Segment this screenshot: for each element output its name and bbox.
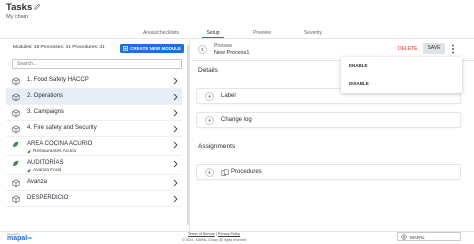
expand-icon: [205, 92, 214, 101]
edit-icon[interactable]: [33, 3, 41, 11]
details-section-title: Details: [198, 67, 218, 74]
module-organization: Restaurantes Acurio: [27, 149, 76, 154]
save-button[interactable]: SAVE: [423, 43, 445, 54]
leaf-icon: [27, 149, 31, 153]
module-label: 3. Campaigns: [27, 109, 65, 115]
module-label: 2. Operations: [27, 93, 64, 99]
module-counts: Modules: 18 Processes: 41 Procedures: 41: [13, 45, 105, 50]
chevron-right-icon: [173, 195, 178, 203]
chevron-right-icon: [173, 77, 178, 85]
details-label-text: Label: [221, 93, 236, 99]
module-item[interactable]: 4. Fire safety and Security: [6, 121, 182, 137]
module-label: Avanza: [27, 179, 47, 185]
chevron-right-icon: [173, 109, 178, 117]
module-list: 1. Food Safety HACCP 2. Operations 3. Ca…: [6, 73, 182, 207]
module-label: AREA COCINA ACURIO: [27, 141, 93, 147]
back-button[interactable]: [198, 45, 207, 54]
create-new-module-label: CREATE NEW MODULE: [130, 46, 181, 51]
chevron-right-icon: [173, 160, 178, 168]
globe-icon: [401, 234, 407, 240]
assignments-procedures-text: Procedures: [231, 169, 262, 175]
menu-item-enable[interactable]: ENABLE: [341, 57, 462, 75]
module-organization: Avanza Food: [27, 168, 61, 173]
chevron-right-icon: [173, 141, 178, 149]
module-item[interactable]: AUDITORÍAS Avanza Food: [6, 156, 182, 175]
module-add-icon: [123, 46, 129, 51]
menu-item-disable[interactable]: DISABLE: [341, 75, 462, 93]
assignments-procedures-card[interactable]: Procedures: [196, 164, 461, 180]
brand-suffix: os: [27, 235, 32, 240]
footer-links: Terms of Service | Privacy Policy: [188, 232, 240, 236]
modules-panel: Modules: 18 Processes: 41 Procedures: 41…: [0, 39, 190, 231]
copyright: © 2024 - MAPAL Group. All rights reserve…: [182, 238, 247, 242]
details-change-log-card[interactable]: Change log: [196, 112, 461, 128]
tab-setup[interactable]: Setup: [202, 28, 224, 38]
procedures-icon: [221, 169, 229, 176]
module-item[interactable]: AREA COCINA ACURIO Restaurantes Acurio: [6, 137, 182, 156]
create-new-module-button[interactable]: CREATE NEW MODULE: [120, 44, 184, 53]
process-type-label: Process: [214, 43, 233, 49]
process-name: New Process1: [214, 50, 250, 56]
delete-button[interactable]: DELETE: [398, 46, 417, 52]
chevron-right-icon: [173, 179, 178, 187]
box-icon: [12, 77, 20, 85]
tab-preview[interactable]: Preview: [247, 28, 277, 38]
chevron-right-icon: [173, 125, 178, 133]
assignments-section-title: Assignments: [198, 143, 236, 150]
module-label: AUDITORÍAS: [27, 160, 64, 166]
module-label: 4. Fire safety and Security: [27, 125, 97, 131]
brand-name: mapal: [7, 235, 28, 242]
more-options-menu: ENABLE DISABLE: [341, 57, 462, 93]
leaf-icon: [13, 141, 19, 147]
details-change-log-text: Change log: [221, 117, 252, 123]
module-search-input[interactable]: Search...: [12, 59, 182, 69]
more-options-icon[interactable]: [451, 44, 455, 54]
box-icon: [12, 125, 20, 133]
module-item[interactable]: DESPERDICIO: [6, 191, 182, 207]
page-subtitle: My chain: [6, 14, 29, 20]
chevron-left-icon: [201, 47, 204, 52]
leaf-icon: [27, 168, 31, 172]
footer-separator: |: [215, 232, 217, 236]
expand-icon: [205, 116, 214, 125]
module-label: DESPERDICIO: [27, 195, 69, 201]
chevron-right-icon: [173, 93, 178, 101]
module-organization-label: Restaurantes Acurio: [33, 149, 77, 154]
privacy-link[interactable]: Privacy Policy: [218, 232, 240, 236]
terms-link[interactable]: Terms of Service: [188, 232, 215, 236]
tab-bar: Areas/checklists Setup Preview Severity: [120, 28, 390, 38]
page-title: Tasks: [6, 2, 33, 13]
leaf-icon: [13, 160, 19, 166]
organization-selector[interactable]: MAPAL: [397, 232, 461, 241]
box-icon: [12, 179, 20, 187]
footer: powered by mapalos Terms of Service | Pr…: [0, 231, 474, 244]
module-item[interactable]: 2. Operations: [6, 89, 182, 105]
brand-logo: mapalos: [7, 235, 32, 242]
module-item[interactable]: Avanza: [6, 175, 182, 191]
organization-name: MAPAL: [410, 235, 425, 240]
box-icon: [12, 93, 20, 101]
box-icon: [12, 109, 20, 117]
tab-areas-checklists[interactable]: Areas/checklists: [120, 28, 202, 38]
expand-icon: [205, 168, 214, 177]
module-item[interactable]: 1. Food Safety HACCP: [6, 73, 182, 89]
module-item[interactable]: 3. Campaigns: [6, 105, 182, 121]
module-organization-label: Avanza Food: [33, 168, 62, 173]
page-header: Tasks My chain: [0, 0, 474, 27]
box-icon: [12, 195, 20, 203]
tab-severity[interactable]: Severity: [298, 28, 328, 38]
module-label: 1. Food Safety HACCP: [27, 77, 89, 83]
module-list-scrollbar[interactable]: [187, 45, 189, 225]
